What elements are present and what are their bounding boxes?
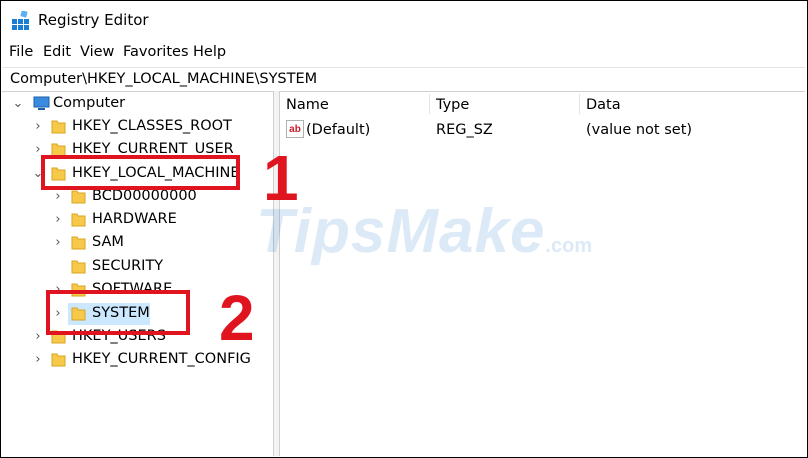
address-bar[interactable]: Computer\HKEY_LOCAL_MACHINE\SYSTEM [2, 67, 805, 92]
tree-node-computer[interactable]: ⌄ Computer [2, 93, 273, 115]
folder-icon [71, 213, 86, 227]
column-divider[interactable] [429, 94, 430, 114]
collapse-chevron-icon[interactable]: › [32, 330, 44, 344]
menu-favorites[interactable]: Favorites [123, 44, 189, 60]
expand-chevron-icon[interactable]: ⌄ [12, 97, 24, 111]
menu-help[interactable]: Help [193, 44, 226, 60]
tree-node-label: SAM [92, 234, 124, 250]
callout-box-2 [46, 290, 190, 335]
value-row-data: (value not set) [586, 122, 693, 138]
title-bar: Registry Editor [1, 1, 807, 41]
values-list-pane[interactable]: Name Type Data ab (Default) REG_SZ (valu… [280, 91, 805, 455]
value-row-type: REG_SZ [436, 122, 493, 138]
registry-editor-window: Registry Editor File Edit View Favorites… [0, 0, 808, 458]
collapse-chevron-icon[interactable]: › [52, 190, 64, 204]
tree-node-hardware[interactable]: › HARDWARE [2, 209, 273, 231]
column-header-type[interactable]: Type [436, 97, 469, 113]
tree-node-sam[interactable]: › SAM [2, 232, 273, 254]
tree-node-label: HKEY_CLASSES_ROOT [72, 118, 232, 134]
menu-view[interactable]: View [80, 44, 114, 60]
folder-icon [51, 120, 66, 134]
collapse-chevron-icon[interactable]: › [32, 120, 44, 134]
folder-icon [71, 260, 86, 274]
registry-editor-app-icon [12, 11, 29, 30]
column-header-name[interactable]: Name [286, 97, 329, 113]
tree-node-label: SECURITY [92, 258, 164, 274]
string-value-icon: ab [286, 120, 304, 138]
value-row-name[interactable]: (Default) [306, 122, 370, 138]
tree-node-hkey-classes-root[interactable]: › HKEY_CLASSES_ROOT [2, 116, 273, 138]
menu-file[interactable]: File [9, 44, 33, 60]
tree-node-security[interactable]: SECURITY [2, 256, 273, 278]
folder-icon [51, 353, 66, 367]
menu-edit[interactable]: Edit [43, 44, 71, 60]
column-header-data[interactable]: Data [586, 97, 621, 113]
callout-box-1 [41, 155, 240, 190]
callout-number-2: 2 [219, 282, 255, 354]
address-path[interactable]: Computer\HKEY_LOCAL_MACHINE\SYSTEM [10, 71, 317, 87]
folder-icon [71, 190, 86, 204]
tree-node-label: HARDWARE [92, 211, 177, 227]
key-tree-pane[interactable]: ⌄ Computer › HKEY_CLASSES_ROOT › HKEY_CU… [2, 91, 273, 455]
folder-icon [71, 236, 86, 250]
collapse-chevron-icon[interactable]: › [52, 236, 64, 250]
tree-node-label: BCD00000000 [92, 188, 197, 204]
callout-number-1: 1 [263, 142, 299, 214]
collapse-chevron-icon[interactable]: › [52, 213, 64, 227]
column-divider[interactable] [579, 94, 580, 114]
svg-text:ab: ab [289, 124, 301, 135]
window-title: Registry Editor [38, 11, 149, 29]
collapse-chevron-icon[interactable]: › [32, 353, 44, 367]
tree-node-label: Computer [53, 95, 126, 111]
computer-icon [33, 96, 50, 110]
